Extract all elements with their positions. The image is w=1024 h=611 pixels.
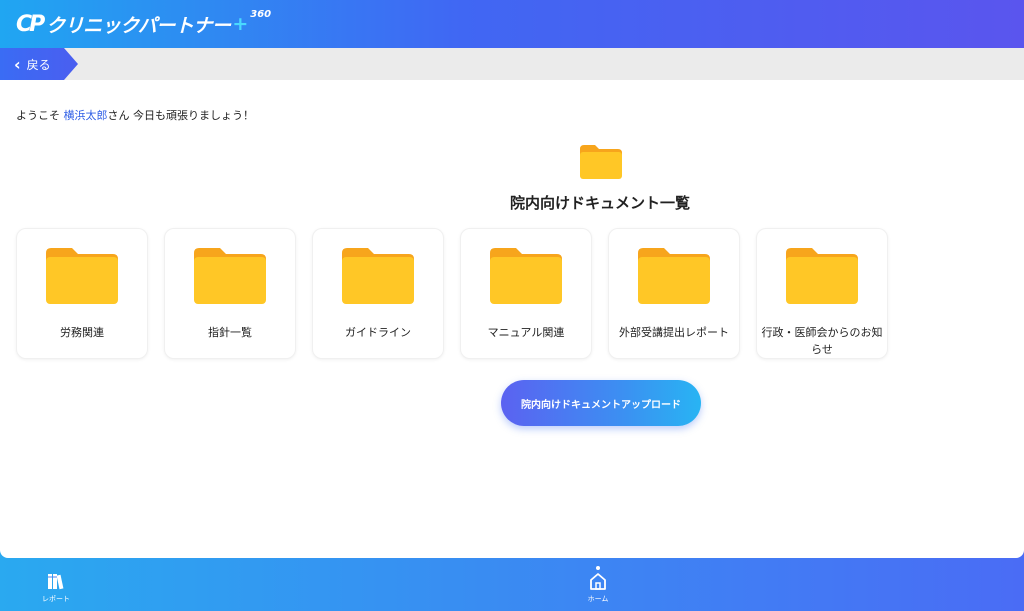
folder-card[interactable]: 外部受講提出レポート [608,228,740,359]
back-button[interactable]: ‹ 戻る [0,48,78,80]
app-frame: CP クリニックパートナー + 360 ‹ 戻る ようこそ 横浜太郎さん 今日も… [0,0,1024,611]
folder-icon [580,145,622,179]
active-indicator-dot [596,566,600,570]
section-title: 院内向けドキュメント一覧 [509,194,690,212]
nav-report-label: レポート [42,595,70,603]
logo-plus: + [232,13,249,35]
folder-icon [342,248,414,304]
books-icon [48,574,64,590]
user-name: 横浜太郎 [63,109,108,122]
logo-text: クリニックパートナー [46,14,231,37]
folder-grid: 労務関連 指針一覧 ガイドライン マニュアル関連 外部受講提出レポート 行政・医… [16,228,888,359]
nav-item-home[interactable]: ホーム [568,558,628,611]
folder-label: 労務関連 [60,326,104,339]
bottom-nav: レポート ホーム [0,558,1024,611]
folder-label: 外部受講提出レポート [619,326,729,339]
folder-icon [46,248,118,304]
folder-card[interactable]: マニュアル関連 [460,228,592,359]
greeting-prefix: ようこそ [16,109,64,122]
greeting-suffix: さん 今日も頑張りましょう！ [107,109,255,122]
logo-superscript: 360 [250,8,272,20]
folder-icon [786,248,858,304]
folder-icon [638,248,710,304]
folder-card[interactable]: 指針一覧 [164,228,296,359]
back-button-label: 戻る [26,57,51,72]
folder-card[interactable]: ガイドライン [312,228,444,359]
home-icon [590,573,606,590]
folder-label: 行政・医師会からのお知らせ [761,326,883,356]
greeting-text: ようこそ 横浜太郎さん 今日も頑張りましょう！ [16,107,254,123]
folder-label: 指針一覧 [208,326,252,339]
app-header: CP クリニックパートナー + 360 [0,0,1024,48]
main-panel: ようこそ 横浜太郎さん 今日も頑張りましょう！ 院内向けドキュメント一覧 労務関… [0,80,1024,558]
app-logo[interactable]: CP クリニックパートナー + 360 [16,8,272,38]
nav-item-report[interactable]: レポート [26,558,86,611]
chevron-left-icon: ‹ [14,54,21,74]
folder-card[interactable]: 労務関連 [16,228,148,359]
folder-label: ガイドライン [345,326,411,339]
sub-toolbar: ‹ 戻る [0,48,1024,80]
upload-document-button[interactable]: 院内向けドキュメントアップロード [501,380,701,426]
folder-icon [194,248,266,304]
logo-mark: CP [16,11,45,37]
folder-card[interactable]: 行政・医師会からのお知らせ [756,228,888,359]
folder-label: マニュアル関連 [487,326,565,339]
nav-home-label: ホーム [587,595,609,603]
folder-icon [490,248,562,304]
